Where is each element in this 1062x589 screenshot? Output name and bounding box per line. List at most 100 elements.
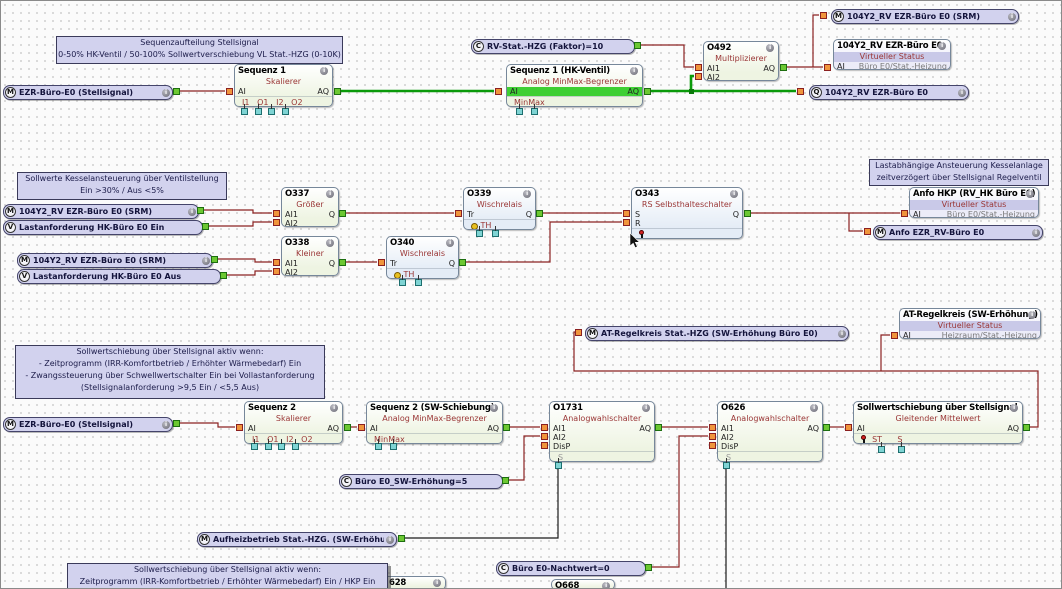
param-pin[interactable] — [722, 457, 730, 469]
block-o492[interactable]: O492 i Multiplizierer AI1 AQ AI2 — [703, 41, 779, 81]
output-pin[interactable] — [1022, 423, 1030, 431]
signal-label-b-ro-e0-sw-erh-hung-5[interactable]: C Büro E0_SW-Erhöhung=5 — [339, 474, 503, 489]
info-icon[interactable]: i — [490, 404, 498, 412]
input-connector[interactable] — [708, 432, 716, 440]
info-icon[interactable]: i — [1008, 12, 1016, 21]
param-pin[interactable] — [530, 103, 538, 115]
input-connector[interactable] — [540, 423, 548, 431]
wire[interactable] — [641, 44, 694, 68]
signal-label-ezr-b-ro-e0-stellsignal[interactable]: M EZR-Büro-E0 (Stellsignal) i — [3, 85, 173, 100]
param-pin[interactable] — [250, 438, 258, 450]
block-o626[interactable]: O626 i Analogwahlschalter AI1 AQ AI2 DisP S — [717, 401, 823, 462]
output-pin[interactable] — [196, 206, 204, 214]
info-icon[interactable]: i — [162, 420, 170, 429]
input-connector[interactable] — [272, 218, 280, 226]
input-connector[interactable] — [900, 209, 908, 217]
info-icon[interactable]: i — [433, 579, 441, 587]
block-anfo-hkp-rv-hk-b-ro-e0[interactable]: Anfo HKP (RV_HK Büro E0) i Virtueller Stat… — [909, 187, 1039, 218]
block-o340[interactable]: O340 i Wischrelais Tr Q TH — [386, 236, 459, 279]
info-icon[interactable]: i — [1028, 311, 1036, 319]
info-icon[interactable]: i — [958, 88, 966, 97]
output-pin[interactable] — [654, 423, 662, 431]
block-o1731[interactable]: O1731 i Analogwahlschalter AI1 AQ AI2 DisP S — [549, 401, 655, 462]
input-connector[interactable] — [890, 331, 898, 339]
wire[interactable] — [227, 270, 272, 276]
info-icon[interactable]: i — [320, 67, 328, 75]
info-icon[interactable]: i — [1026, 190, 1034, 198]
output-pin[interactable] — [644, 563, 652, 571]
input-connector[interactable] — [574, 328, 582, 336]
signal-label-lastanforderung-hk-b-ro-e0-ein[interactable]: V Lastanforderung HK-Büro E0 Ein — [3, 220, 203, 235]
input-connector[interactable] — [694, 63, 702, 71]
info-icon[interactable]: i — [386, 535, 394, 544]
block-sequenz-2-sw-schiebung[interactable]: Sequenz 2 (SW-Schiebung) i Analog MinMax-B… — [366, 401, 503, 444]
output-pin[interactable] — [458, 258, 466, 266]
param-pin[interactable] — [281, 103, 289, 115]
param-pin[interactable] — [374, 438, 382, 450]
output-pin[interactable] — [779, 63, 787, 71]
info-icon[interactable]: i — [202, 256, 210, 265]
param-pin[interactable] — [398, 274, 406, 286]
output-pin[interactable] — [338, 209, 346, 217]
param-pin[interactable] — [389, 438, 397, 450]
info-icon[interactable]: i — [326, 239, 334, 247]
wire[interactable] — [848, 213, 863, 232]
output-pin[interactable] — [333, 87, 341, 95]
input-connector[interactable] — [819, 11, 827, 19]
input-connector[interactable] — [694, 72, 702, 80]
info-icon[interactable]: i — [326, 190, 334, 198]
input-connector[interactable] — [272, 209, 280, 217]
info-icon[interactable]: i — [810, 404, 818, 412]
input-connector[interactable] — [235, 423, 243, 431]
output-pin[interactable] — [210, 255, 218, 263]
output-pin[interactable] — [501, 476, 509, 484]
block-sequenz-1[interactable]: Sequenz 1 i Skalierer AI AQ I1 O1 I2 O2 — [234, 64, 333, 107]
wire[interactable] — [880, 334, 890, 371]
input-connector[interactable] — [823, 63, 831, 71]
info-icon[interactable]: i — [602, 582, 610, 588]
wire[interactable] — [812, 14, 819, 67]
info-icon[interactable]: i — [330, 404, 338, 412]
input-connector[interactable] — [357, 423, 365, 431]
input-connector[interactable] — [796, 87, 804, 95]
block-o343[interactable]: O343 i RS Selbsthalteschalter S Q R — [631, 187, 743, 239]
param-pin[interactable] — [264, 438, 272, 450]
signal-label-lastanforderung-hk-b-ro-e0-aus[interactable]: V Lastanforderung HK-Büro E0 Aus — [17, 269, 221, 284]
input-connector[interactable] — [494, 87, 502, 95]
block-o337[interactable]: O337 i Größer AI1 Q AI2 — [281, 187, 339, 227]
block-sollwertschiebung-ber-stellsignal[interactable]: Sollwertschiebung über Stellsignal i Gleit… — [853, 401, 1023, 444]
info-icon[interactable]: i — [642, 404, 650, 412]
input-connector[interactable] — [708, 423, 716, 431]
block-o338[interactable]: O338 i Kleiner AI1 Q AI2 — [281, 236, 339, 276]
input-connector[interactable] — [540, 432, 548, 440]
annotation-box[interactable]: Sollwerte Kesselansteuerung über Ventils… — [17, 172, 227, 200]
signal-label-ezr-b-ro-e0-stellsignal[interactable]: M EZR-Büro-E0 (Stellsignal) i — [3, 417, 173, 432]
signal-label-104y2-rv-ezr-b-ro-e0-srm[interactable]: M 104Y2_RV EZR-Büro E0 (SRM) i — [17, 253, 213, 268]
signal-label-rv-stat-hzg-faktor-10[interactable]: C RV-Stat.-HZG (Faktor)=10 — [471, 39, 635, 54]
block-104y2-rv-ezr-b-ro-e0[interactable]: 104Y2_RV EZR-Büro E0 i Virtueller Status AI… — [833, 39, 951, 70]
param-pin[interactable] — [414, 274, 422, 286]
input-connector[interactable] — [708, 441, 716, 449]
output-pin[interactable] — [502, 423, 510, 431]
input-connector[interactable] — [272, 267, 280, 275]
output-pin[interactable] — [338, 258, 346, 266]
param-pin[interactable] — [254, 103, 262, 115]
info-icon[interactable]: i — [188, 207, 196, 216]
info-icon[interactable]: i — [162, 88, 170, 97]
info-icon[interactable]: i — [838, 329, 846, 338]
wire[interactable] — [204, 209, 272, 214]
signal-label-b-ro-e0-nachtwert-0[interactable]: C Büro E0-Nachtwert=0 — [496, 561, 646, 576]
signal-label-anfo-ezr-rv-b-ro-e0[interactable]: M Anfo EZR_RV-Büro E0 i — [873, 225, 1043, 240]
output-pin[interactable] — [643, 87, 651, 95]
info-icon[interactable]: i — [630, 67, 638, 75]
param-pin[interactable] — [897, 441, 905, 453]
signal-label-104y2-rv-ezr-b-ro-e0-srm[interactable]: M 104Y2_RV EZR-Büro E0 (SRM) i — [831, 9, 1019, 24]
info-icon[interactable]: i — [1032, 228, 1040, 237]
input-connector[interactable] — [622, 218, 630, 226]
param-pin[interactable] — [277, 438, 285, 450]
output-pin[interactable] — [172, 419, 180, 427]
annotation-box[interactable]: Sollwertschiebung über Stellsignal aktiv… — [67, 563, 388, 588]
param-pin[interactable] — [554, 457, 562, 469]
info-icon[interactable]: i — [730, 190, 738, 198]
annotation-box[interactable]: Lastabhängige Ansteuerung Kesselanlage ze… — [869, 159, 1049, 186]
